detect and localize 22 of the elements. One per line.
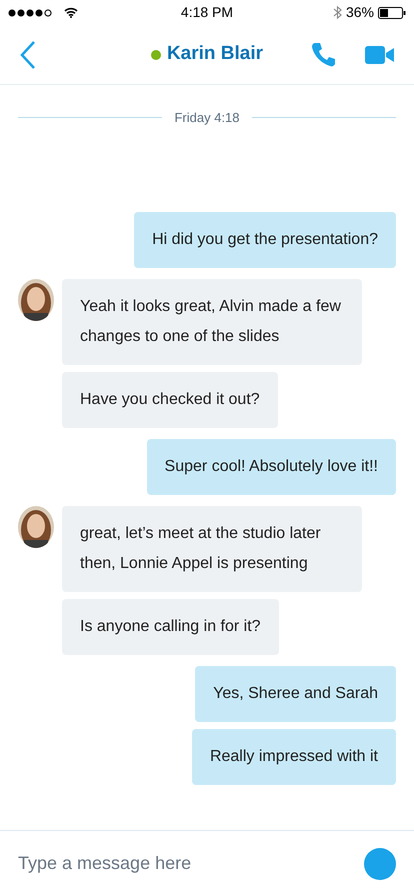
phone-icon[interactable]	[311, 42, 335, 67]
message-bubble: great, let’s meet at the studio later then, Lonnie Appel is presenting	[62, 506, 362, 592]
message-input[interactable]: Type a message here	[18, 850, 356, 877]
back-icon[interactable]	[20, 40, 36, 70]
battery-percentage: 36%	[346, 3, 374, 22]
message-bubble: Is anyone calling in for it?	[62, 598, 279, 654]
video-camera-icon[interactable]	[365, 44, 394, 64]
bluetooth-icon	[332, 5, 342, 20]
message-bubble: Yes, Sheree and Sarah	[195, 666, 396, 722]
wifi-icon	[64, 7, 78, 18]
message-bubble: Really impressed with it	[192, 728, 396, 784]
avatar[interactable]	[18, 506, 54, 548]
date-separator: Friday 4:18	[174, 109, 240, 127]
message-bubble: Yeah it looks great, Alvin made a few changes to one of the slides	[62, 278, 362, 364]
avatar[interactable]	[18, 278, 54, 320]
message-bubble: Hi did you get the presentation?	[134, 212, 396, 268]
message-bubble: Have you checked it out?	[62, 372, 278, 428]
action-button[interactable]	[364, 848, 396, 880]
status-time: 4:18 PM	[180, 3, 234, 22]
message-bubble: Super cool! Absolutely love it!!	[146, 438, 396, 494]
battery-icon	[378, 6, 406, 18]
contact-name[interactable]: Karin Blair	[166, 40, 264, 69]
